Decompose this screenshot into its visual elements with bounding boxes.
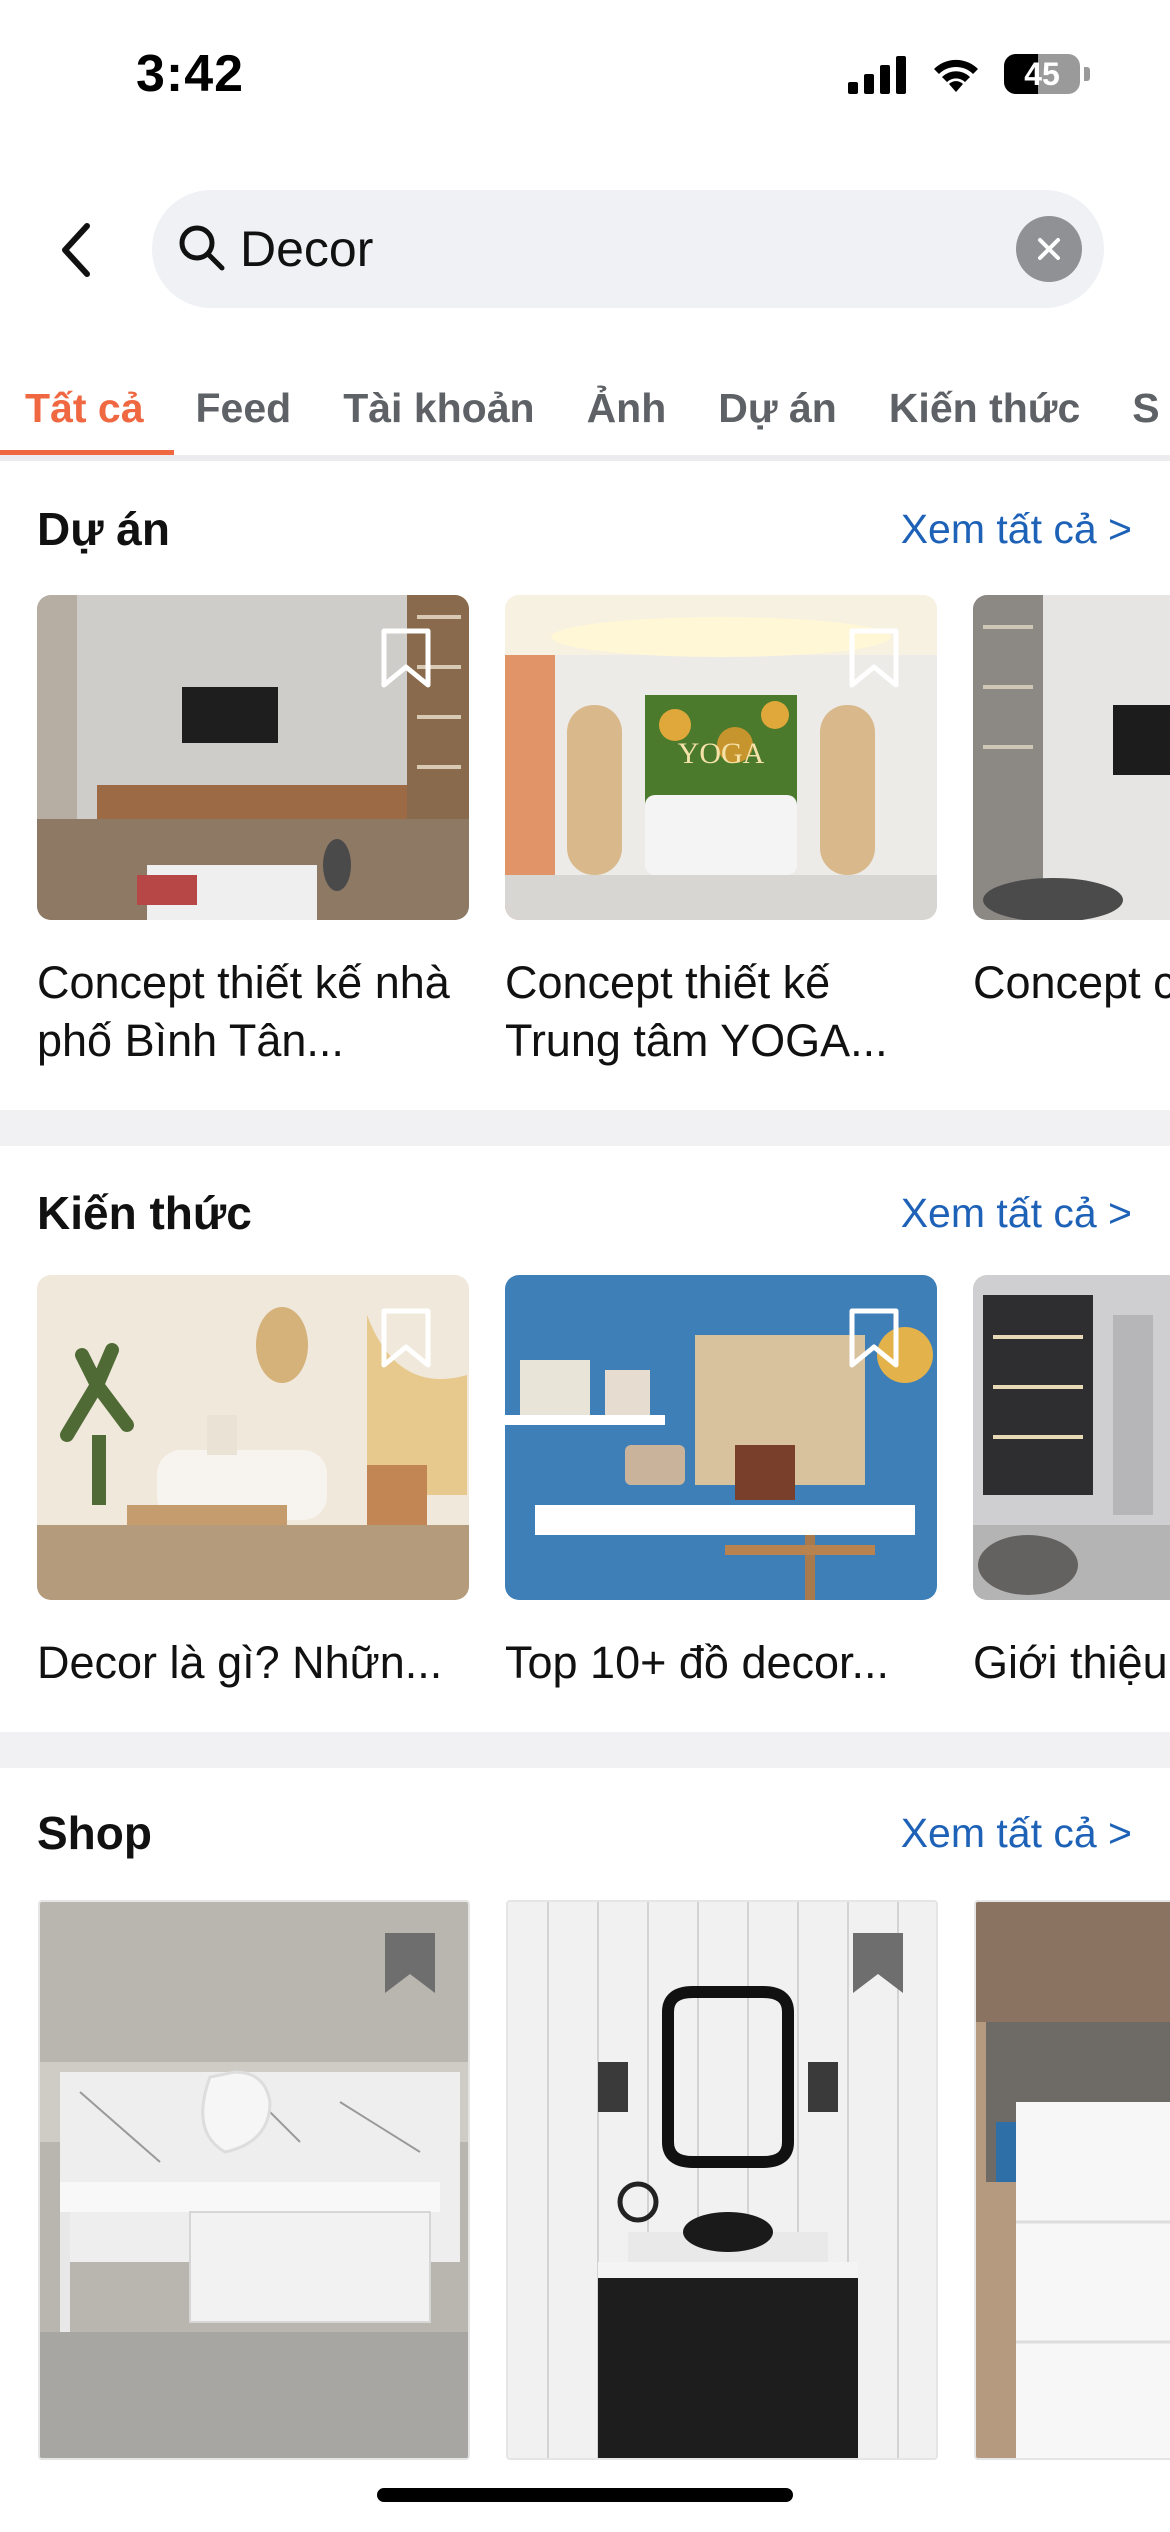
tab-shop[interactable]: S: [1106, 370, 1170, 446]
bookmark-icon[interactable]: [379, 1307, 433, 1369]
bookmark-icon[interactable]: [850, 1930, 906, 1996]
product-image: [974, 1900, 1170, 2460]
article-image: [973, 1275, 1170, 1600]
section-divider: [0, 1732, 1170, 1768]
tabs-divider: [0, 455, 1170, 461]
status-bar: 3:42 45: [0, 0, 1170, 150]
article-image: [37, 1275, 469, 1600]
clear-search-button[interactable]: [1016, 216, 1082, 282]
project-image: YOGA: [505, 595, 937, 920]
product-card[interactable]: [506, 1900, 938, 2460]
search-box[interactable]: [152, 190, 1104, 308]
project-image: [37, 595, 469, 920]
battery-icon: 45: [1004, 54, 1080, 94]
showroom-image: [973, 1275, 1170, 1600]
tab-all[interactable]: Tất cả: [25, 370, 170, 446]
home-indicator: [377, 2488, 793, 2502]
project-title: Concept căn hộ H: [973, 957, 1170, 1008]
filter-tabs: Tất cả Feed Tài khoản Ảnh Dự án Kiến thứ…: [0, 360, 1170, 460]
article-image: [505, 1275, 937, 1600]
tab-knowledge[interactable]: Kiến thức: [863, 370, 1106, 446]
project-card[interactable]: YOGA Concept thiết kế Trung tâm YOGA...: [505, 595, 937, 1070]
section-title: Shop: [37, 1807, 152, 1859]
section-divider: [0, 1110, 1170, 1146]
tab-accounts[interactable]: Tài khoản: [317, 370, 560, 446]
see-all-projects-link[interactable]: Xem tất cả >: [901, 506, 1132, 553]
project-title: Concept thiết kế nhà phố Bình Tân...: [37, 957, 450, 1066]
apartment-image: [973, 595, 1170, 920]
knowledge-section: Kiến thức Xem tất cả > Decor là gì? Nhữn…: [0, 1146, 1170, 1732]
project-card[interactable]: Concept thiết kế nhà phố Bình Tân...: [37, 595, 469, 1070]
bookmark-icon[interactable]: [847, 627, 901, 689]
project-title: Concept thiết kế Trung tâm YOGA...: [505, 957, 888, 1066]
cellular-signal-icon: [848, 56, 906, 94]
status-icons: 45: [848, 54, 1090, 94]
product-card[interactable]: [38, 1900, 470, 2460]
tab-projects[interactable]: Dự án: [692, 370, 863, 446]
tab-photos[interactable]: Ảnh: [561, 370, 693, 446]
section-title: Dự án: [37, 503, 170, 555]
see-all-shop-link[interactable]: Xem tất cả >: [901, 1810, 1132, 1857]
article-title: Top 10+ đồ decor...: [505, 1637, 890, 1688]
bookmark-icon[interactable]: [379, 627, 433, 689]
article-title: Giới thiệu: [973, 1637, 1168, 1688]
close-icon: [1038, 238, 1060, 260]
bookmark-icon[interactable]: [847, 1307, 901, 1369]
yoga-sign-text: YOGA: [678, 737, 765, 770]
article-title: Decor là gì? Nhữn...: [37, 1637, 443, 1688]
article-card[interactable]: Top 10+ đồ decor...: [505, 1275, 937, 1692]
project-card[interactable]: Concept căn hộ H: [973, 595, 1170, 1070]
search-icon: [179, 225, 225, 271]
wifi-icon: [934, 59, 978, 92]
tab-feed[interactable]: Feed: [170, 370, 318, 446]
chevron-left-icon: [62, 223, 90, 277]
project-image: [973, 595, 1170, 920]
product-card[interactable]: [974, 1900, 1170, 2460]
shop-section: Shop Xem tất cả >: [0, 1768, 1170, 2460]
section-title: Kiến thức: [37, 1187, 252, 1239]
search-input[interactable]: [240, 208, 1000, 290]
status-time: 3:42: [136, 45, 245, 103]
product-image: [506, 1900, 938, 2460]
white-dresser-image: [976, 1902, 1170, 2458]
article-card[interactable]: Giới thiệu: [973, 1275, 1170, 1692]
product-image: [38, 1900, 470, 2460]
bookmark-icon[interactable]: [382, 1930, 438, 1996]
see-all-knowledge-link[interactable]: Xem tất cả >: [901, 1190, 1132, 1237]
battery-level: 45: [1024, 55, 1060, 92]
back-button[interactable]: [40, 210, 110, 290]
projects-section: Dự án Xem tất cả > Concept thiết kế nhà …: [0, 470, 1170, 1110]
article-card[interactable]: Decor là gì? Nhữn...: [37, 1275, 469, 1692]
search-header: [0, 190, 1170, 310]
